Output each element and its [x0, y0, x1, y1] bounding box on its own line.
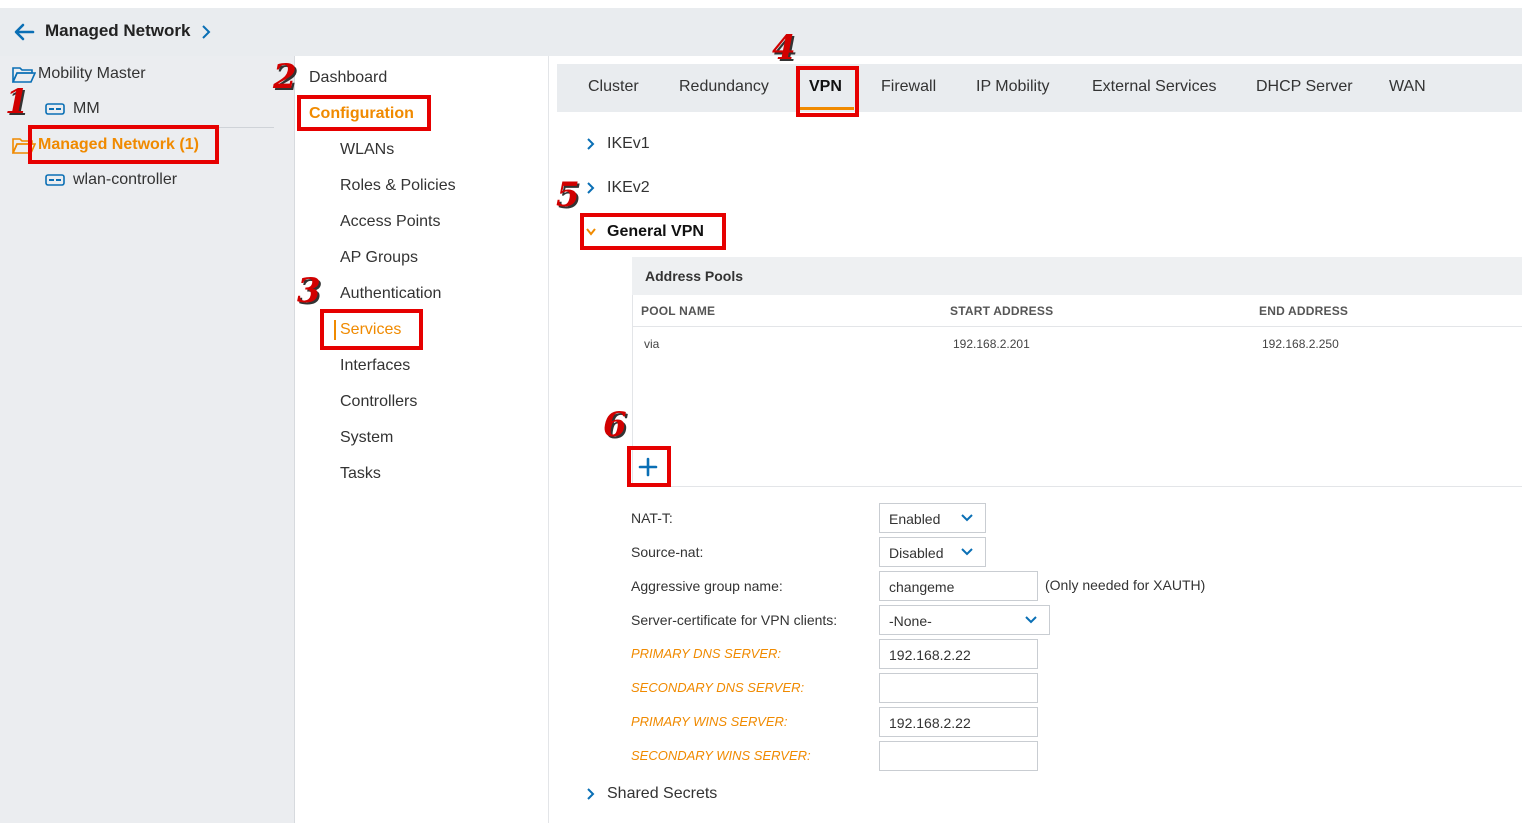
tab-firewall[interactable]: Firewall	[881, 78, 936, 96]
nav-interfaces[interactable]: Interfaces	[340, 357, 410, 375]
xauth-note: (Only needed for XAUTH)	[1045, 577, 1206, 593]
source-nat-select[interactable]: Disabled	[879, 537, 986, 567]
tree-item-wlan-controller[interactable]: wlan-controller	[45, 171, 177, 189]
nat-t-value: Enabled	[889, 511, 941, 527]
table-cell-start-address[interactable]: 192.168.2.201	[953, 337, 1030, 351]
tab-vpn[interactable]: VPN	[809, 78, 842, 96]
tree-label: Managed Network (1)	[38, 136, 199, 153]
nav-dashboard[interactable]: Dashboard	[309, 69, 387, 87]
tree-item-mobility-master[interactable]: Mobility Master	[12, 65, 146, 83]
section-shared-secrets[interactable]: Shared Secrets	[585, 785, 717, 803]
folder-open-icon	[12, 138, 36, 154]
network-tree-panel: Mobility Master MM Managed Network (1) w…	[0, 56, 295, 823]
chevron-right-icon[interactable]	[199, 23, 213, 41]
nav-authentication[interactable]: Authentication	[340, 285, 441, 303]
tab-wan[interactable]: WAN	[1389, 78, 1426, 96]
table-cell-end-address[interactable]: 192.168.2.250	[1262, 337, 1339, 351]
nav-configuration[interactable]: Configuration	[309, 105, 414, 123]
section-label: IKEv2	[607, 179, 650, 196]
tree-label: Mobility Master	[38, 65, 146, 82]
primary-wins-value: 192.168.2.22	[889, 715, 971, 731]
active-item-indicator	[334, 320, 336, 340]
primary-dns-value: 192.168.2.22	[889, 647, 971, 663]
nav-ap-groups[interactable]: AP Groups	[340, 249, 418, 267]
primary-wins-label: PRIMARY WINS SERVER:	[631, 714, 788, 729]
chevron-down-icon	[961, 548, 973, 556]
nav-access-points[interactable]: Access Points	[340, 213, 440, 231]
services-tab-bar: Cluster Redundancy VPN Firewall IP Mobil…	[557, 64, 1522, 112]
tab-redundancy[interactable]: Redundancy	[679, 78, 769, 96]
secondary-dns-input[interactable]	[879, 673, 1038, 703]
secondary-wins-label: SECONDARY WINS SERVER:	[631, 748, 811, 763]
tree-item-mm[interactable]: MM	[45, 100, 100, 118]
tree-label: wlan-controller	[73, 171, 178, 188]
tab-external-services[interactable]: External Services	[1092, 78, 1217, 96]
source-nat-value: Disabled	[889, 545, 944, 561]
nav-controllers[interactable]: Controllers	[340, 393, 417, 411]
aggressive-group-value: changeme	[889, 579, 955, 595]
nat-t-label: NAT-T:	[631, 510, 673, 526]
primary-wins-input[interactable]: 192.168.2.22	[879, 707, 1038, 737]
column-header-start-address[interactable]: START ADDRESS	[950, 304, 1053, 318]
server-cert-label: Server-certificate for VPN clients:	[631, 612, 838, 628]
chevron-right-icon	[587, 138, 595, 150]
nat-t-select[interactable]: Enabled	[879, 503, 986, 533]
chevron-right-icon	[587, 182, 595, 194]
top-header: Managed Network	[0, 8, 1522, 56]
primary-dns-input[interactable]: 192.168.2.22	[879, 639, 1038, 669]
column-header-end-address[interactable]: END ADDRESS	[1259, 304, 1348, 318]
nav-wlans[interactable]: WLANs	[340, 141, 394, 159]
table-header-divider	[632, 326, 1522, 327]
nav-services[interactable]: Services	[340, 321, 401, 339]
secondary-wins-input[interactable]	[879, 741, 1038, 771]
section-ikev2[interactable]: IKEv2	[585, 179, 650, 197]
aggressive-group-label: Aggressive group name:	[631, 578, 783, 594]
section-label: IKEv1	[607, 135, 650, 152]
section-label: General VPN	[607, 223, 704, 240]
address-pools-title: Address Pools	[645, 268, 744, 284]
tree-divider	[30, 127, 274, 128]
chevron-right-icon	[587, 788, 595, 800]
config-nav-panel: Dashboard Configuration WLANs Roles & Po…	[295, 56, 549, 823]
tab-dhcp-server[interactable]: DHCP Server	[1256, 78, 1353, 96]
tree-item-managed-network[interactable]: Managed Network (1)	[12, 136, 199, 154]
controller-device-icon	[45, 174, 65, 186]
primary-dns-label: PRIMARY DNS SERVER:	[631, 646, 782, 661]
annotation-step-number: 6	[603, 405, 627, 445]
nav-tasks[interactable]: Tasks	[340, 465, 381, 483]
tab-cluster[interactable]: Cluster	[588, 78, 639, 96]
chevron-down-icon	[961, 514, 973, 522]
nav-roles-policies[interactable]: Roles & Policies	[340, 177, 456, 195]
source-nat-label: Source-nat:	[631, 544, 704, 560]
annotation-step-number: 5	[556, 175, 580, 215]
chevron-down-icon	[586, 228, 596, 236]
aggressive-group-input[interactable]: changeme	[879, 571, 1038, 601]
page-title: Managed Network	[45, 21, 191, 40]
section-label: Shared Secrets	[607, 785, 718, 802]
secondary-dns-label: SECONDARY DNS SERVER:	[631, 680, 805, 695]
server-cert-select[interactable]: -None-	[879, 605, 1050, 635]
nav-system[interactable]: System	[340, 429, 393, 447]
column-header-pool-name[interactable]: POOL NAME	[641, 304, 715, 318]
section-ikev1[interactable]: IKEv1	[585, 135, 650, 153]
chevron-down-icon	[1025, 616, 1037, 624]
section-general-vpn[interactable]: General VPN	[585, 223, 704, 241]
server-cert-value: -None-	[889, 613, 932, 629]
folder-open-icon	[12, 67, 36, 83]
active-tab-underline	[800, 107, 854, 110]
back-arrow-icon[interactable]	[12, 20, 36, 44]
tab-ip-mobility[interactable]: IP Mobility	[976, 78, 1050, 96]
address-pools-header: Address Pools	[632, 257, 1522, 295]
table-cell-pool-name[interactable]: via	[644, 337, 659, 351]
tree-label: MM	[73, 100, 100, 117]
add-pool-plus-icon[interactable]	[636, 455, 660, 479]
controller-device-icon	[45, 103, 65, 115]
